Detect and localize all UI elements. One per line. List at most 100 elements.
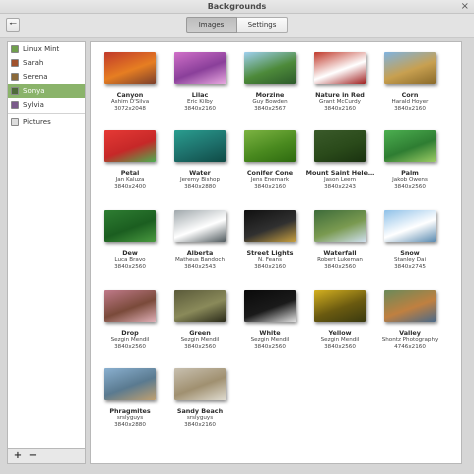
background-thumbnail[interactable] <box>314 290 366 322</box>
background-item[interactable]: Nature in Red Grant McCurdy 3840x2160 <box>305 52 375 128</box>
background-name: Yellow <box>328 329 352 337</box>
background-item[interactable]: Street Lights N. Feans 3840x2160 <box>235 210 305 286</box>
background-resolution: 3840x2560 <box>114 264 146 270</box>
background-author: Harald Hoyer <box>391 99 429 105</box>
background-name: Morzine <box>255 91 285 99</box>
collection-thumbnail-icon <box>11 101 19 109</box>
background-item[interactable]: Mount Saint Hele… Jason Leem 3840x2243 <box>305 130 375 206</box>
tab-settings[interactable]: Settings <box>237 17 288 33</box>
background-author: N. Feans <box>258 257 282 263</box>
background-name: Dew <box>122 249 138 257</box>
back-button[interactable]: 🠐 <box>6 18 20 32</box>
background-resolution: 3840x2543 <box>184 264 216 270</box>
background-item[interactable]: Conifer Cone Jens Enemark 3840x2160 <box>235 130 305 206</box>
background-author: Shontz Photography <box>381 337 439 343</box>
background-thumbnail[interactable] <box>244 290 296 322</box>
background-thumbnail[interactable] <box>174 290 226 322</box>
background-thumbnail[interactable] <box>174 210 226 242</box>
sidebar-item-label: Sarah <box>23 59 44 67</box>
background-author: Sezgin Mendil <box>110 337 150 343</box>
collection-thumbnail-icon <box>11 73 19 81</box>
background-item[interactable]: Water Jeremy Bishop 3840x2880 <box>165 130 235 206</box>
sidebar-item-serena[interactable]: Serena <box>8 70 85 84</box>
background-item[interactable]: Dew Luca Bravo 3840x2560 <box>95 210 165 286</box>
background-thumbnail[interactable] <box>174 130 226 162</box>
background-thumbnail[interactable] <box>244 52 296 84</box>
background-thumbnail[interactable] <box>104 290 156 322</box>
background-name: Mount Saint Hele… <box>305 169 375 177</box>
background-thumbnail[interactable] <box>384 130 436 162</box>
background-item[interactable]: Morzine Guy Bowden 3840x2567 <box>235 52 305 128</box>
background-item[interactable]: Valley Shontz Photography 4746x2160 <box>375 290 445 366</box>
background-thumbnail[interactable] <box>174 52 226 84</box>
background-item[interactable]: Phragmites srslyguys 3840x2880 <box>95 368 165 444</box>
background-author: Robert Lukeman <box>317 257 363 263</box>
background-thumbnail[interactable] <box>384 290 436 322</box>
background-item[interactable]: Lilac Eric Kilby 3840x2160 <box>165 52 235 128</box>
background-resolution: 3840x2567 <box>254 106 286 112</box>
background-name: Lilac <box>191 91 209 99</box>
collection-thumbnail-icon <box>11 87 19 95</box>
background-author: Jan Kaluza <box>115 177 145 183</box>
background-item[interactable]: Petal Jan Kaluza 3840x2400 <box>95 130 165 206</box>
background-thumbnail[interactable] <box>384 210 436 242</box>
background-thumbnail[interactable] <box>104 130 156 162</box>
background-name: White <box>259 329 281 337</box>
sidebar-item-pictures[interactable]: Pictures <box>8 115 85 129</box>
collection-thumbnail-icon <box>11 45 19 53</box>
background-thumbnail[interactable] <box>104 368 156 400</box>
background-item[interactable]: Alberta Matheus Bandoch 3840x2543 <box>165 210 235 286</box>
sidebar-divider <box>8 113 85 114</box>
background-thumbnail[interactable] <box>104 52 156 84</box>
background-author: Jens Enemark <box>250 177 290 183</box>
background-author: Eric Kilby <box>187 99 213 105</box>
background-name: Nature in Red <box>315 91 365 99</box>
background-resolution: 3840x2160 <box>324 106 356 112</box>
background-item[interactable]: Snow Stanley Dai 3840x2745 <box>375 210 445 286</box>
background-name: Conifer Cone <box>246 169 294 177</box>
background-thumbnail[interactable] <box>314 52 366 84</box>
background-item[interactable]: Yellow Sezgin Mendil 3840x2560 <box>305 290 375 366</box>
folder-icon <box>11 118 19 126</box>
background-name: Drop <box>121 329 139 337</box>
toolbar: 🠐 Images Settings <box>0 14 474 38</box>
background-grid: Canyon Ashim D'Silva 3072x2048 Lilac Eric Ki… <box>90 41 462 464</box>
background-author: Stanley Dai <box>393 257 427 263</box>
background-thumbnail[interactable] <box>104 210 156 242</box>
background-name: Sandy Beach <box>176 407 224 415</box>
window-title: Backgrounds <box>207 2 267 11</box>
sidebar-item-sonya[interactable]: Sonya <box>8 84 85 98</box>
background-name: Waterfall <box>323 249 357 257</box>
background-author: Jeremy Bishop <box>179 177 221 183</box>
background-name: Alberta <box>186 249 214 257</box>
background-thumbnail[interactable] <box>314 130 366 162</box>
background-name: Petal <box>120 169 140 177</box>
background-item[interactable]: Palm Jakob Owens 3840x2560 <box>375 130 445 206</box>
background-item[interactable]: White Sezgin Mendil 3840x2560 <box>235 290 305 366</box>
sidebar: Linux Mint Sarah Serena Sonya Sylvia Picture… <box>7 41 86 449</box>
background-thumbnail[interactable] <box>174 368 226 400</box>
background-resolution: 3840x2560 <box>254 344 286 350</box>
sidebar-item-sylvia[interactable]: Sylvia <box>8 98 85 112</box>
background-item[interactable]: Sandy Beach srslyguys 3840x2160 <box>165 368 235 444</box>
sidebar-item-linux-mint[interactable]: Linux Mint <box>8 42 85 56</box>
background-resolution: 4746x2160 <box>394 344 426 350</box>
background-item[interactable]: Canyon Ashim D'Silva 3072x2048 <box>95 52 165 128</box>
background-item[interactable]: Drop Sezgin Mendil 3840x2560 <box>95 290 165 366</box>
background-item[interactable]: Green Sezgin Mendil 3840x2560 <box>165 290 235 366</box>
background-item[interactable]: Corn Harald Hoyer 3840x2160 <box>375 52 445 128</box>
background-author: Matheus Bandoch <box>174 257 226 263</box>
close-icon[interactable]: × <box>461 1 469 12</box>
background-thumbnail[interactable] <box>244 130 296 162</box>
background-thumbnail[interactable] <box>244 210 296 242</box>
add-button[interactable]: + <box>12 450 24 462</box>
background-name: Canyon <box>116 91 144 99</box>
background-resolution: 3840x2160 <box>254 184 286 190</box>
tab-images[interactable]: Images <box>186 17 237 33</box>
sidebar-item-sarah[interactable]: Sarah <box>8 56 85 70</box>
background-author: Sezgin Mendil <box>250 337 290 343</box>
background-thumbnail[interactable] <box>384 52 436 84</box>
background-thumbnail[interactable] <box>314 210 366 242</box>
background-item[interactable]: Waterfall Robert Lukeman 3840x2560 <box>305 210 375 286</box>
remove-button[interactable]: − <box>27 450 39 462</box>
